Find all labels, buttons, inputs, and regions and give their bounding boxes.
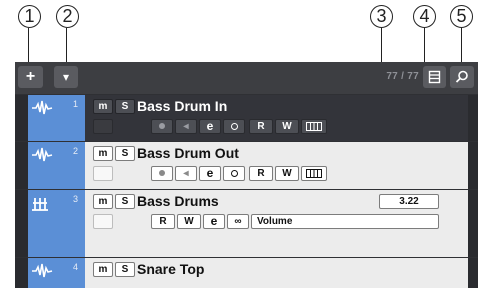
row-right-edge	[468, 258, 478, 288]
callout-2-leader	[66, 28, 67, 62]
mute-button[interactable]: m	[93, 99, 113, 114]
speaker-icon: ◂	[183, 121, 189, 132]
solo-button[interactable]: S	[115, 194, 135, 209]
row-right-edge	[468, 142, 478, 189]
monitor-button[interactable]: ◂	[175, 166, 197, 181]
edit-icon: e	[206, 166, 214, 180]
record-icon	[159, 123, 165, 130]
list-icon	[428, 70, 441, 84]
find-track-button[interactable]	[450, 66, 474, 88]
track-number: 3	[72, 194, 78, 204]
solo-button[interactable]: S	[115, 99, 135, 114]
callout-1-leader	[28, 28, 29, 62]
lanes-icon	[306, 121, 322, 131]
track-name[interactable]: Bass Drums	[137, 193, 219, 209]
callout-3-leader	[381, 28, 382, 62]
callout-2: 2	[56, 5, 79, 28]
plus-icon: +	[25, 68, 36, 85]
write-automation-button[interactable]: W	[275, 119, 299, 134]
track-controls: m S Bass Drums 3.22 R W e ∞ Volume	[85, 190, 468, 257]
track-controls: m S Snare Top	[85, 258, 468, 288]
track-controls: m S Bass Drum In ◂ e R W	[85, 95, 468, 141]
group-folder-icon	[32, 198, 48, 211]
track-row[interactable]: 2 m S Bass Drum Out ◂ e R W	[15, 142, 478, 189]
track-name[interactable]: Bass Drum Out	[137, 145, 239, 161]
callout-5-leader	[461, 28, 462, 62]
timebase-button[interactable]	[223, 119, 245, 134]
audio-waveform-icon	[32, 100, 53, 115]
track-color-box[interactable]	[93, 166, 113, 181]
timebase-button[interactable]	[223, 166, 245, 181]
track-color-box[interactable]	[93, 119, 113, 134]
caret-down-icon: ▾	[62, 70, 70, 84]
track-list-panel: + ▾ 77 / 77 1 m S Bass Drum In ◂ e R W 2…	[15, 62, 478, 288]
track-number: 1	[72, 99, 78, 109]
volume-value-field[interactable]: 3.22	[379, 194, 439, 209]
track-count: 77 / 77	[386, 71, 419, 82]
edit-icon: e	[206, 119, 214, 133]
track-row[interactable]: 1 m S Bass Drum In ◂ e R W	[15, 95, 478, 141]
track-name[interactable]: Snare Top	[137, 261, 204, 277]
timebase-icon	[230, 122, 238, 130]
row-edge	[15, 95, 28, 141]
mute-button[interactable]: m	[93, 262, 113, 277]
audio-waveform-icon	[32, 263, 53, 278]
record-enable-button[interactable]	[151, 119, 173, 134]
link-icon: ∞	[234, 216, 242, 227]
row-right-edge	[468, 190, 478, 257]
row-edge	[15, 142, 28, 189]
track-color-strip[interactable]: 1	[28, 95, 81, 141]
track-row[interactable]: 3 m S Bass Drums 3.22 R W e ∞ Volume	[15, 190, 478, 257]
callout-4-leader	[424, 28, 425, 62]
link-button[interactable]: ∞	[227, 214, 249, 229]
callout-3: 3	[370, 5, 393, 28]
automation-parameter-select[interactable]: Volume	[251, 214, 439, 229]
callout-1: 1	[18, 5, 41, 28]
record-icon	[159, 170, 165, 177]
track-color-box[interactable]	[93, 214, 113, 229]
solo-button[interactable]: S	[115, 146, 135, 161]
speaker-icon: ◂	[183, 168, 189, 179]
monitor-button[interactable]: ◂	[175, 119, 197, 134]
lane-display-button[interactable]	[301, 119, 327, 134]
read-automation-button[interactable]: R	[249, 119, 273, 134]
row-edge	[15, 258, 28, 288]
edit-button[interactable]: e	[199, 166, 221, 181]
write-automation-button[interactable]: W	[177, 214, 201, 229]
row-right-edge	[468, 95, 478, 141]
track-color-strip[interactable]: 4	[28, 258, 81, 288]
read-automation-button[interactable]: R	[151, 214, 175, 229]
row-edge	[15, 190, 28, 257]
edit-button[interactable]: e	[203, 214, 225, 229]
track-color-strip[interactable]: 2	[28, 142, 81, 189]
callout-4: 4	[413, 5, 436, 28]
search-icon	[455, 70, 468, 83]
mute-button[interactable]: m	[93, 194, 113, 209]
solo-button[interactable]: S	[115, 262, 135, 277]
audio-waveform-icon	[32, 147, 53, 162]
track-color-strip[interactable]: 3	[28, 190, 81, 257]
mute-button[interactable]: m	[93, 146, 113, 161]
lanes-icon	[306, 168, 322, 178]
visibility-button[interactable]	[423, 66, 446, 88]
track-row[interactable]: 4 m S Snare Top	[15, 258, 478, 288]
track-name[interactable]: Bass Drum In	[137, 98, 227, 114]
edit-button[interactable]: e	[199, 119, 221, 134]
read-automation-button[interactable]: R	[249, 166, 273, 181]
track-number: 4	[72, 262, 78, 272]
track-list-toolbar: + ▾ 77 / 77	[15, 62, 478, 94]
track-number: 2	[72, 146, 78, 156]
track-controls: m S Bass Drum Out ◂ e R W	[85, 142, 468, 189]
track-menu-button[interactable]: ▾	[54, 66, 78, 88]
record-enable-button[interactable]	[151, 166, 173, 181]
add-track-button[interactable]: +	[18, 66, 43, 88]
timebase-icon	[230, 169, 238, 177]
lane-display-button[interactable]	[301, 166, 327, 181]
callout-5: 5	[450, 5, 473, 28]
write-automation-button[interactable]: W	[275, 166, 299, 181]
edit-icon: e	[210, 214, 218, 228]
